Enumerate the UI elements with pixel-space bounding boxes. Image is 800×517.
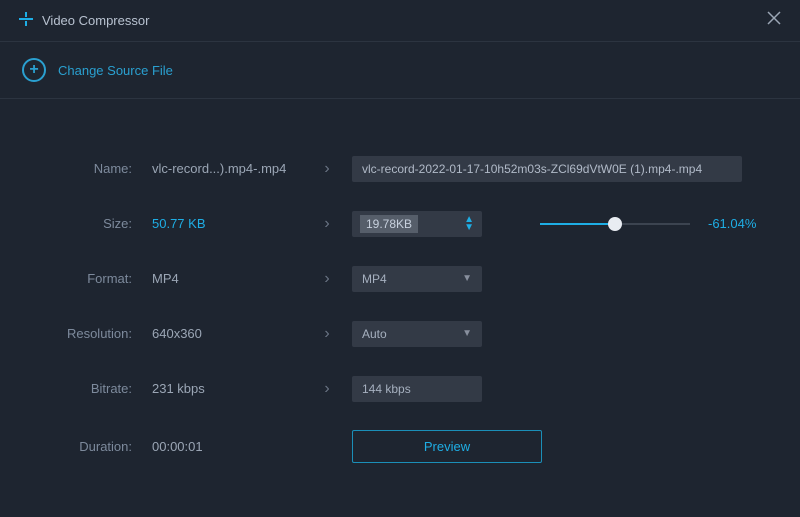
change-source-label: Change Source File xyxy=(58,63,173,78)
size-target-value: 19.78KB xyxy=(360,215,418,233)
chevron-down-icon: ▼ xyxy=(462,328,472,339)
chevron-right-icon: › xyxy=(312,325,342,343)
chevron-right-icon: › xyxy=(312,270,342,288)
chevron-down-icon: ▼ xyxy=(462,273,472,284)
format-select-value: MP4 xyxy=(362,272,387,286)
bitrate-label: Bitrate: xyxy=(22,381,132,396)
slider-thumb[interactable] xyxy=(608,217,622,231)
preview-button[interactable]: Preview xyxy=(352,430,542,463)
size-target-stepper[interactable]: 19.78KB ▲▼ xyxy=(352,211,482,237)
duration-value: 00:00:01 xyxy=(142,433,342,460)
app-title: Video Compressor xyxy=(42,13,149,28)
duration-label: Duration: xyxy=(22,439,132,454)
format-select[interactable]: MP4 ▼ xyxy=(352,266,482,292)
resolution-select-value: Auto xyxy=(362,327,387,341)
name-label: Name: xyxy=(22,161,132,176)
size-slider[interactable] xyxy=(540,214,690,234)
chevron-right-icon: › xyxy=(312,215,342,233)
name-output-input[interactable]: vlc-record-2022-01-17-10h52m03s-ZCl69dVt… xyxy=(352,156,742,182)
resolution-label: Resolution: xyxy=(22,326,132,341)
form: Name: vlc-record...).mp4-.mp4 › vlc-reco… xyxy=(0,99,800,463)
chevron-right-icon: › xyxy=(312,380,342,398)
size-percent: -61.04% xyxy=(708,216,756,231)
format-label: Format: xyxy=(22,271,132,286)
close-button[interactable] xyxy=(766,10,782,31)
plus-icon: + xyxy=(22,58,46,82)
bitrate-target-input[interactable]: 144 kbps xyxy=(352,376,482,402)
title-bar: Video Compressor xyxy=(0,0,800,42)
stepper-arrows-icon[interactable]: ▲▼ xyxy=(464,216,474,232)
size-label: Size: xyxy=(22,216,132,231)
change-source-button[interactable]: + Change Source File xyxy=(0,42,800,99)
app-icon xyxy=(18,11,34,30)
slider-fill xyxy=(540,223,618,225)
chevron-right-icon: › xyxy=(312,160,342,178)
resolution-select[interactable]: Auto ▼ xyxy=(352,321,482,347)
